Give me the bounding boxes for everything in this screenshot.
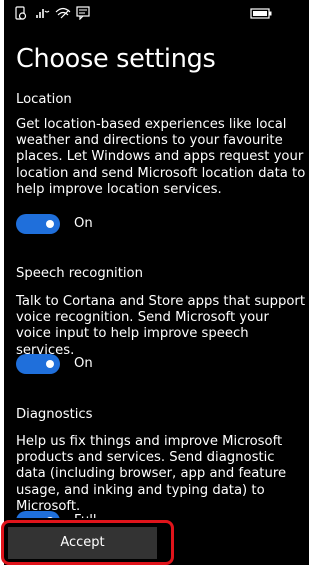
location-description: Get location-based experiences like loca… bbox=[16, 117, 306, 197]
speech-toggle-label: On bbox=[74, 356, 93, 371]
toggle-switch[interactable] bbox=[16, 214, 60, 234]
battery-saver-icon bbox=[15, 6, 27, 20]
message-icon bbox=[76, 6, 90, 20]
toggle-knob bbox=[46, 220, 54, 228]
toggle-knob bbox=[46, 360, 54, 368]
location-heading: Location bbox=[16, 92, 72, 107]
settings-screen: Choose settings Location Get location-ba… bbox=[4, 0, 309, 565]
location-toggle[interactable]: On bbox=[16, 214, 136, 234]
toggle-switch[interactable] bbox=[16, 354, 60, 374]
status-bar bbox=[4, 0, 309, 26]
speech-heading: Speech recognition bbox=[16, 266, 143, 281]
location-toggle-label: On bbox=[74, 216, 93, 231]
diagnostics-description: Help us fix things and improve Microsoft… bbox=[16, 434, 287, 514]
diagnostics-heading: Diagnostics bbox=[16, 407, 93, 422]
battery-icon bbox=[250, 8, 272, 19]
page-title: Choose settings bbox=[16, 44, 216, 74]
wifi-calling-icon bbox=[36, 9, 50, 18]
accept-button[interactable]: Accept bbox=[8, 527, 157, 559]
wifi-icon bbox=[55, 7, 71, 19]
speech-description: Talk to Cortana and Store apps that supp… bbox=[16, 294, 305, 358]
speech-toggle[interactable]: On bbox=[16, 354, 136, 374]
